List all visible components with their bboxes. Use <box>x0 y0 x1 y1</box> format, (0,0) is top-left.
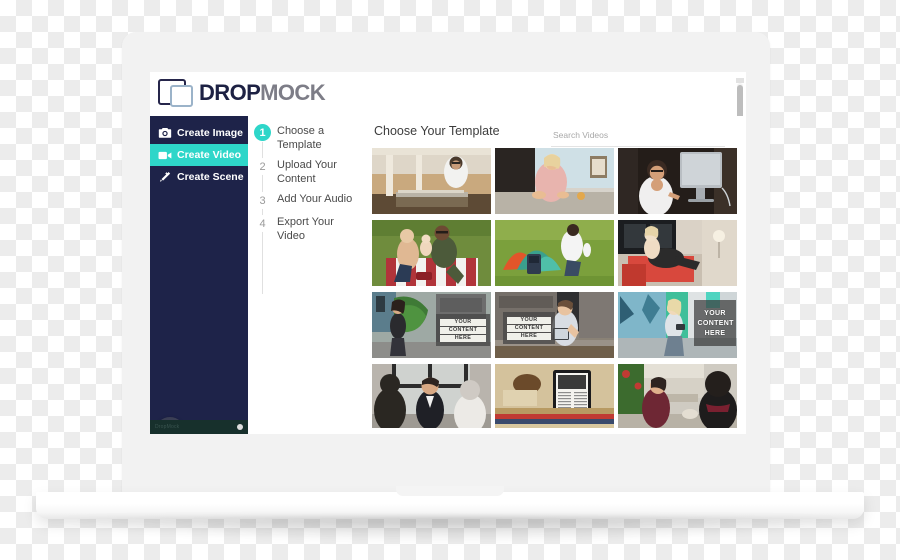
page-title: Choose Your Template <box>374 124 500 138</box>
template-overlay: YOUR CONTENT HERE <box>436 314 490 346</box>
sidebar-footer: DropMock <box>150 420 248 434</box>
template-thumbnail[interactable]: YOUR CONTENT HERE <box>618 292 737 358</box>
step-item-1[interactable]: 1 Choose a Template <box>254 124 368 152</box>
app-topbar: DROPMOCK <box>150 72 746 165</box>
step-label: Choose a Template <box>277 125 325 151</box>
step-number: 4 <box>254 215 271 232</box>
camera-icon <box>157 126 172 140</box>
template-thumbnail[interactable] <box>372 220 491 286</box>
laptop-base <box>36 492 864 519</box>
sidebar-item-label: Create Scene <box>177 171 244 183</box>
sidebar-item-create-image[interactable]: Create Image <box>150 122 248 144</box>
step-label: Add Your Audio <box>277 193 353 205</box>
template-thumbnail[interactable]: YOUR CONTENT HERE <box>495 292 614 358</box>
laptop-mockup: DROPMOCK Create Image Create Video Creat… <box>0 0 900 560</box>
template-thumbnail[interactable] <box>495 148 614 214</box>
overlay-line: YOUR <box>704 309 726 317</box>
sidebar-item-label: Create Video <box>177 149 241 161</box>
overlay-line: YOUR <box>506 316 552 324</box>
logo-text-drop: DROP <box>199 80 261 105</box>
template-thumbnail[interactable]: YOUR CONTENT HERE <box>372 292 491 358</box>
sidebar-nav: Create Image Create Video Create Scene <box>150 116 248 188</box>
app-logo[interactable]: DROPMOCK <box>158 79 326 107</box>
step-label: Upload Your Content <box>277 159 337 185</box>
sidebar-item-create-scene[interactable]: Create Scene <box>150 166 248 188</box>
logo-text-mock: MOCK <box>260 80 325 105</box>
overlay-line: CONTENT <box>697 319 734 327</box>
page-root: DROPMOCK Create Image Create Video Creat… <box>0 0 900 560</box>
template-overlay: YOUR CONTENT HERE <box>694 300 736 346</box>
step-item-2[interactable]: 2 Upload Your Content <box>254 158 368 186</box>
step-item-4[interactable]: 4 Export Your Video <box>254 215 368 243</box>
template-thumbnail[interactable] <box>495 364 614 430</box>
scrollbar-up-arrow-icon[interactable] <box>736 78 744 83</box>
main-panel: Choose Your Template Search Videos YOUR … <box>368 116 746 434</box>
grid-bottom-fade <box>368 428 746 434</box>
template-thumbnail[interactable] <box>618 148 737 214</box>
template-thumbnail[interactable] <box>372 364 491 430</box>
overlay-line: YOUR <box>440 318 486 326</box>
sidebar-footer-label: DropMock <box>155 424 180 430</box>
overlay-line: HERE <box>506 332 552 340</box>
step-number: 2 <box>254 158 271 175</box>
logo-mark-icon <box>158 79 194 107</box>
template-thumbnail[interactable] <box>495 220 614 286</box>
main-header: Choose Your Template <box>368 116 746 147</box>
template-overlay: YOUR CONTENT HERE <box>503 312 555 344</box>
screen-content: DROPMOCK Create Image Create Video Creat… <box>150 72 746 434</box>
template-thumbnail[interactable] <box>618 364 737 430</box>
sidebar-item-create-video[interactable]: Create Video <box>150 144 248 166</box>
search-field-wrap <box>551 125 729 147</box>
sidebar-footer-status-icon[interactable] <box>237 424 243 430</box>
template-thumbnail[interactable] <box>372 148 491 214</box>
steps-panel: 1 Choose a Template 2 Upload Your Conten… <box>248 116 368 434</box>
search-input[interactable] <box>551 129 729 141</box>
laptop-shadow <box>60 517 840 543</box>
template-grid: YOUR CONTENT HERE YOUR CONTENT HERE YOUR… <box>372 148 740 432</box>
step-item-3[interactable]: 3 Add Your Audio <box>254 192 368 209</box>
overlay-line: HERE <box>704 329 726 337</box>
overlay-line: HERE <box>440 334 486 342</box>
step-number: 3 <box>254 192 271 209</box>
video-camera-icon <box>157 148 172 162</box>
overlay-line: CONTENT <box>440 326 486 334</box>
sidebar: Create Image Create Video Create Scene D… <box>150 116 248 434</box>
step-label: Export Your Video <box>277 216 334 242</box>
template-thumbnail[interactable] <box>618 220 737 286</box>
overlay-line: CONTENT <box>506 324 552 332</box>
sidebar-item-label: Create Image <box>177 127 243 139</box>
step-number: 1 <box>254 124 271 141</box>
magic-wand-icon <box>157 170 172 184</box>
